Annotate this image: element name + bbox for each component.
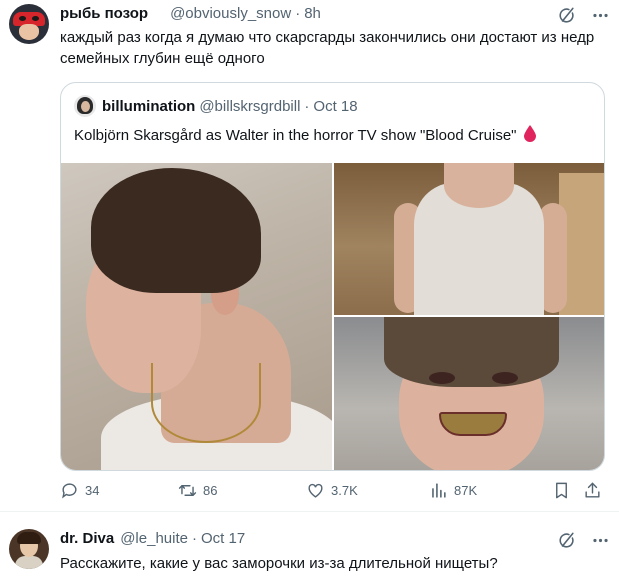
display-name[interactable]: dr. Diva <box>60 530 114 547</box>
bookmark-icon <box>556 482 567 499</box>
blood-drop-icon <box>523 124 537 146</box>
separator-dot: · <box>295 5 301 22</box>
like-count: 3.7K <box>331 483 358 498</box>
photo-torso[interactable] <box>334 163 604 315</box>
avatar[interactable] <box>9 4 49 44</box>
handle[interactable]: @obviously_snow <box>170 5 291 22</box>
tweet-actions: 34 86 3.7K 87K <box>60 481 605 503</box>
quote-handle: @billskrsgrdbill <box>199 97 301 115</box>
tweet-top-icons <box>555 529 611 551</box>
quoted-tweet[interactable]: billumination @billskrsgrdbill · Oct 18 … <box>60 82 605 471</box>
tweet-text: каждый раз когда я думаю что скарсгарды … <box>60 29 595 67</box>
quote-display-name: billumination <box>102 97 196 115</box>
tweet-top-icons <box>555 4 611 26</box>
grok-icon[interactable] <box>555 4 577 26</box>
quote-avatar <box>74 95 96 117</box>
quote-text: Kolbjörn Skarsgård as Walter in the horr… <box>74 126 517 144</box>
more-options-icon[interactable] <box>589 529 611 551</box>
timestamp[interactable]: 8h <box>304 5 321 22</box>
tweet-text: Расскажите, какие у вас заморочки из-за … <box>60 555 498 572</box>
more-options-icon[interactable] <box>589 4 611 26</box>
retweet-count: 86 <box>203 483 218 498</box>
separator-dot: · <box>191 530 197 547</box>
photo-profile[interactable] <box>61 163 332 470</box>
reply-tweet[interactable]: dr. Diva @le_huite · Oct 17 Расскажите, … <box>0 513 619 582</box>
tweet-header: рыбь позор @obviously_snow · 8h <box>60 5 321 22</box>
separator-dot: · <box>304 97 310 115</box>
share-icon <box>585 482 600 498</box>
reply-count: 34 <box>85 483 100 498</box>
reply-button[interactable]: 34 <box>60 481 99 500</box>
quote-header: billumination @billskrsgrdbill · Oct 18 <box>74 95 358 117</box>
share-button[interactable] <box>583 481 608 500</box>
retweet-icon <box>178 485 197 496</box>
media-grid <box>61 163 604 470</box>
avatar[interactable] <box>9 529 49 569</box>
main-tweet[interactable]: рыбь позор @obviously_snow · 8h каждый р… <box>0 0 619 512</box>
like-button[interactable]: 3.7K <box>306 481 358 500</box>
reply-icon <box>62 483 77 499</box>
views-button[interactable]: 87K <box>429 481 477 500</box>
tweet-header: dr. Diva @le_huite · Oct 17 <box>60 530 245 547</box>
quote-text-row: Kolbjörn Skarsgård as Walter in the horr… <box>74 124 537 146</box>
grok-icon[interactable] <box>555 529 577 551</box>
timestamp[interactable]: Oct 17 <box>201 530 245 547</box>
views-count: 87K <box>454 483 478 498</box>
display-name[interactable]: рыбь позор <box>60 5 148 22</box>
quote-timestamp: Oct 18 <box>313 97 358 115</box>
retweet-button[interactable]: 86 <box>178 481 217 500</box>
handle[interactable]: @le_huite <box>120 530 188 547</box>
heart-icon <box>308 483 323 498</box>
photo-smile[interactable] <box>334 317 604 470</box>
bookmark-button[interactable] <box>552 481 577 500</box>
views-icon <box>432 483 446 498</box>
